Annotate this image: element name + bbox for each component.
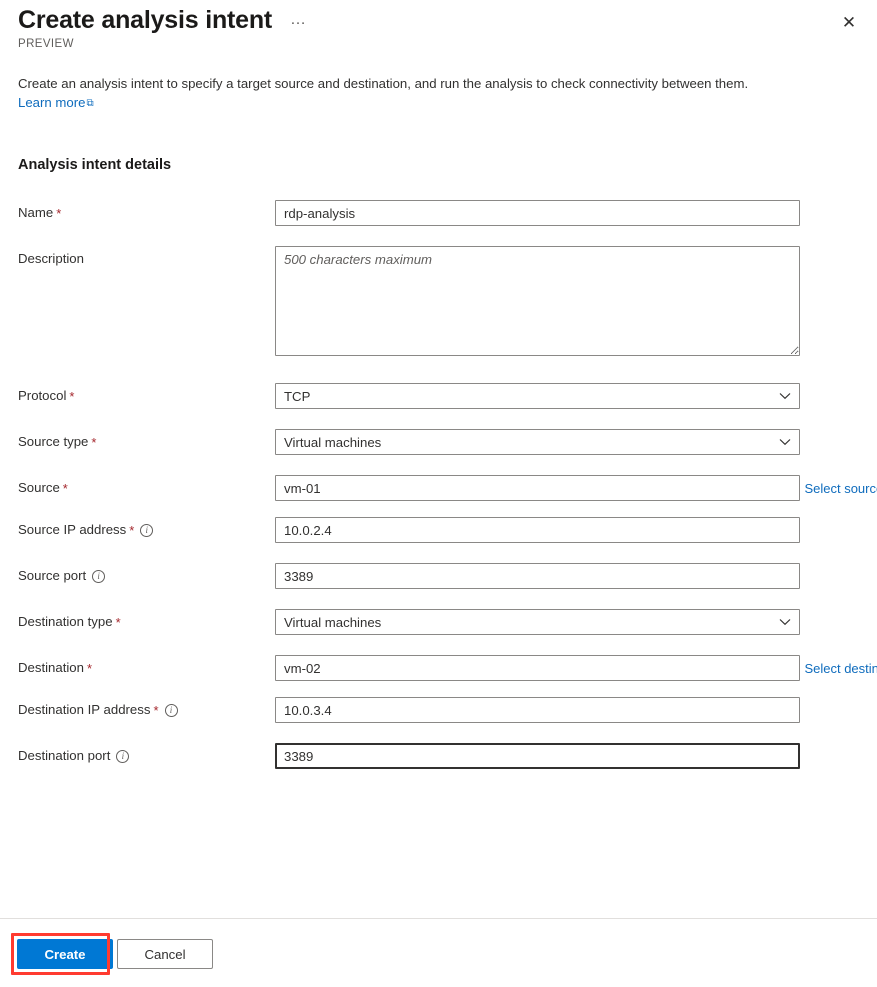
label-destination-port: Destination port i <box>0 743 275 765</box>
label-source: Source * <box>0 475 275 497</box>
source-ip-address-input[interactable] <box>275 517 800 543</box>
destination-input[interactable] <box>275 655 800 681</box>
field-row-destination-ip-address: Destination IP address * i <box>0 697 877 723</box>
description-textarea[interactable] <box>275 246 800 356</box>
required-asterisk: * <box>63 484 68 494</box>
control-destination-port <box>275 743 800 769</box>
more-options-icon[interactable]: … <box>286 10 311 30</box>
select-destination-link[interactable]: Select destination <box>804 661 877 676</box>
field-row-name: Name * <box>0 200 877 226</box>
required-asterisk: * <box>129 526 134 536</box>
field-row-destination: Destination * Select destination <box>0 655 877 681</box>
control-destination-type: Virtual machines <box>275 609 800 635</box>
destination-ip-address-input[interactable] <box>275 697 800 723</box>
field-row-source-ip-address: Source IP address * i <box>0 517 877 543</box>
label-source-type-text: Source type <box>18 433 88 451</box>
required-asterisk: * <box>69 392 74 402</box>
control-description <box>275 246 800 361</box>
destination-type-select[interactable]: Virtual machines <box>275 609 800 635</box>
intro-description: Create an analysis intent to specify a t… <box>18 76 748 91</box>
source-type-select-wrap: Virtual machines <box>275 429 800 455</box>
create-button[interactable]: Create <box>17 939 113 969</box>
close-icon[interactable]: ✕ <box>833 6 865 38</box>
name-input[interactable] <box>275 200 800 226</box>
label-protocol: Protocol * <box>0 383 275 405</box>
control-source-ip-address <box>275 517 800 543</box>
analysis-intent-form: Name * Description Protocol * <box>0 200 877 789</box>
info-icon[interactable]: i <box>140 524 153 537</box>
control-name <box>275 200 800 226</box>
field-row-source-type: Source type * Virtual machines <box>0 429 877 455</box>
section-heading-analysis-intent-details: Analysis intent details <box>18 157 171 173</box>
label-destination-ip-address-text: Destination IP address <box>18 701 150 719</box>
label-destination-text: Destination <box>18 659 84 677</box>
label-destination-port-text: Destination port <box>18 747 110 765</box>
control-source-type: Virtual machines <box>275 429 800 455</box>
label-destination-ip-address: Destination IP address * i <box>0 697 275 719</box>
blade-footer: Create Cancel <box>0 919 877 987</box>
label-protocol-text: Protocol <box>18 387 66 405</box>
destination-type-selected-value: Virtual machines <box>284 615 381 630</box>
label-name-text: Name <box>18 204 53 222</box>
source-type-selected-value: Virtual machines <box>284 435 381 450</box>
control-destination-ip-address <box>275 697 800 723</box>
page-title: Create analysis intent <box>18 4 272 36</box>
source-type-select[interactable]: Virtual machines <box>275 429 800 455</box>
label-destination-type: Destination type * <box>0 609 275 631</box>
field-row-source-port: Source port i <box>0 563 877 589</box>
label-source-port-text: Source port <box>18 567 86 585</box>
required-asterisk: * <box>116 618 121 628</box>
source-port-input[interactable] <box>275 563 800 589</box>
control-destination: Select destination <box>275 655 877 681</box>
preview-badge: PREVIEW <box>18 38 74 50</box>
learn-more-link[interactable]: Learn more⧉ <box>18 95 94 110</box>
label-destination: Destination * <box>0 655 275 677</box>
control-protocol: TCP <box>275 383 800 409</box>
protocol-select[interactable]: TCP <box>275 383 800 409</box>
required-asterisk: * <box>91 438 96 448</box>
label-source-type: Source type * <box>0 429 275 451</box>
select-source-link[interactable]: Select source <box>804 481 877 496</box>
protocol-select-wrap: TCP <box>275 383 800 409</box>
label-source-port: Source port i <box>0 563 275 585</box>
learn-more-label: Learn more <box>18 95 85 110</box>
label-destination-type-text: Destination type <box>18 613 113 631</box>
field-row-destination-type: Destination type * Virtual machines <box>0 609 877 635</box>
destination-port-input[interactable] <box>275 743 800 769</box>
create-analysis-intent-blade: Create analysis intent … PREVIEW ✕ Creat… <box>0 0 877 987</box>
required-asterisk: * <box>87 664 92 674</box>
label-source-ip-address: Source IP address * i <box>0 517 275 539</box>
label-description: Description <box>0 246 275 268</box>
blade-header: Create analysis intent … PREVIEW ✕ <box>0 0 877 60</box>
label-source-text: Source <box>18 479 60 497</box>
required-asterisk: * <box>56 209 61 219</box>
field-row-description: Description <box>0 246 877 361</box>
info-icon[interactable]: i <box>116 750 129 763</box>
field-row-protocol: Protocol * TCP <box>0 383 877 409</box>
field-row-source: Source * Select source <box>0 475 877 501</box>
cancel-button[interactable]: Cancel <box>117 939 213 969</box>
destination-type-select-wrap: Virtual machines <box>275 609 800 635</box>
protocol-selected-value: TCP <box>284 389 310 404</box>
info-icon[interactable]: i <box>165 704 178 717</box>
label-name: Name * <box>0 200 275 222</box>
required-asterisk: * <box>153 706 158 716</box>
source-input[interactable] <box>275 475 800 501</box>
field-row-destination-port: Destination port i <box>0 743 877 769</box>
label-description-text: Description <box>18 250 84 268</box>
label-source-ip-address-text: Source IP address <box>18 521 126 539</box>
control-source-port <box>275 563 800 589</box>
intro-text: Create an analysis intent to specify a t… <box>18 74 778 113</box>
control-source: Select source <box>275 475 877 501</box>
title-row: Create analysis intent … <box>18 4 311 36</box>
external-link-icon: ⧉ <box>86 94 93 113</box>
info-icon[interactable]: i <box>92 570 105 583</box>
